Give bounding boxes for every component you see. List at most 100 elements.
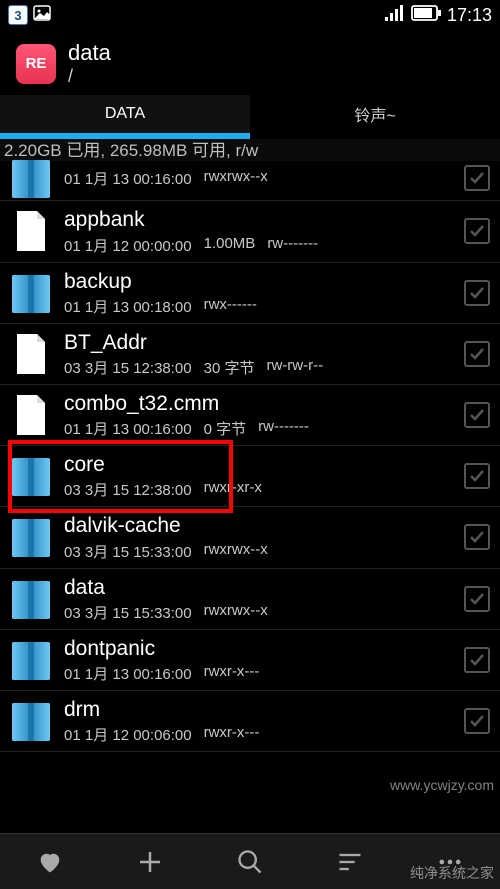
- list-item[interactable]: BT_Addr03 3月 15 12:38:00 30 字节 rw-rw-r--: [0, 324, 500, 385]
- item-meta: 01 1月 13 00:16:00 rwxrwx--x: [64, 168, 452, 189]
- app-icon: RE: [16, 44, 56, 84]
- item-permissions: rw-------: [258, 418, 309, 439]
- item-name: backup: [64, 269, 452, 294]
- item-meta: 03 3月 15 15:33:00 rwxrwx--x: [64, 541, 452, 562]
- status-time: 17:13: [447, 5, 492, 26]
- tab-bar: DATA 铃声~: [0, 95, 500, 139]
- folder-icon: [10, 697, 52, 745]
- watermark-text: 纯净系统之家: [410, 863, 494, 883]
- item-date: 03 3月 15 12:38:00: [64, 479, 192, 500]
- list-item[interactable]: dontpanic01 1月 13 00:16:00rwxr-x---: [0, 630, 500, 691]
- item-name: BT_Addr: [64, 330, 452, 355]
- header-text: data /: [68, 40, 111, 87]
- file-icon: [10, 330, 52, 378]
- item-date: 01 1月 12 00:00:00: [64, 235, 192, 256]
- item-name: data: [64, 575, 452, 600]
- storage-info: 2.20GB 已用, 265.98MB 可用, r/w: [0, 139, 500, 161]
- item-permissions: rwxr-x---: [204, 724, 260, 745]
- header-title: data: [68, 40, 111, 66]
- row-body: appbank 01 1月 12 00:00:00 1.00MB rw-------: [64, 207, 452, 255]
- item-permissions: rwxrwx--x: [204, 541, 268, 562]
- item-size: 0 字节: [204, 418, 247, 439]
- signal-icon: [385, 5, 405, 26]
- file-icon: [10, 207, 52, 255]
- item-date: 01 1月 13 00:16:00: [64, 418, 192, 439]
- item-date: 03 3月 15 15:33:00: [64, 541, 192, 562]
- item-date: 01 1月 13 00:16:00: [64, 168, 192, 189]
- item-meta: 01 1月 13 00:16:00rwxr-x---: [64, 663, 452, 684]
- header-path: /: [68, 66, 111, 87]
- list-item[interactable]: appbank 01 1月 12 00:00:00 1.00MB rw-------: [0, 201, 500, 262]
- item-permissions: rwxr-x---: [204, 663, 260, 684]
- row-body: BT_Addr03 3月 15 12:38:00 30 字节 rw-rw-r--: [64, 330, 452, 378]
- select-checkbox[interactable]: [464, 524, 490, 550]
- row-body: combo_t32.cmm01 1月 13 00:16:00 0 字节 rw----…: [64, 391, 452, 439]
- item-name: drm: [64, 697, 452, 722]
- item-date: 03 3月 15 12:38:00: [64, 357, 192, 378]
- item-meta: 01 1月 12 00:00:00 1.00MB rw-------: [64, 235, 452, 256]
- watermark-url: www.ycwjzy.com: [390, 777, 494, 793]
- row-body: core03 3月 15 12:38:00 rwxr-xr-x: [64, 452, 452, 500]
- list-item[interactable]: 01 1月 13 00:16:00 rwxrwx--x: [0, 161, 500, 201]
- select-checkbox[interactable]: [464, 586, 490, 612]
- select-checkbox[interactable]: [464, 402, 490, 428]
- tab-data[interactable]: DATA: [0, 95, 250, 139]
- select-checkbox[interactable]: [464, 647, 490, 673]
- item-permissions: rwxrwx--x: [204, 602, 268, 623]
- select-checkbox[interactable]: [464, 708, 490, 734]
- status-left: 3: [8, 3, 52, 28]
- folder-icon: [10, 269, 52, 317]
- item-name: dalvik-cache: [64, 513, 452, 538]
- select-checkbox[interactable]: [464, 341, 490, 367]
- file-list[interactable]: 01 1月 13 00:16:00 rwxrwx--x appbank 01 1月 1…: [0, 161, 500, 752]
- item-permissions: rwxrwx--x: [204, 168, 268, 189]
- row-body: 01 1月 13 00:16:00 rwxrwx--x: [64, 166, 452, 189]
- row-body: backup01 1月 13 00:18:00 rwx------: [64, 269, 452, 317]
- item-permissions: rw-------: [267, 235, 318, 256]
- tab-ringtones[interactable]: 铃声~: [250, 95, 500, 139]
- list-item[interactable]: dalvik-cache 03 3月 15 15:33:00 rwxrwx--x: [0, 507, 500, 568]
- item-meta: 03 3月 15 12:38:00 rwxr-xr-x: [64, 479, 452, 500]
- folder-icon: [10, 513, 52, 561]
- folder-icon: [10, 162, 52, 194]
- search-button[interactable]: [228, 840, 272, 884]
- favorite-button[interactable]: [28, 840, 72, 884]
- status-right: 17:13: [385, 5, 492, 26]
- item-meta: 01 1月 12 00:06:00 rwxr-x---: [64, 724, 452, 745]
- picture-icon: [32, 3, 52, 28]
- list-item[interactable]: combo_t32.cmm01 1月 13 00:16:00 0 字节 rw----…: [0, 385, 500, 446]
- item-name: combo_t32.cmm: [64, 391, 452, 416]
- item-date: 01 1月 13 00:18:00: [64, 296, 192, 317]
- folder-icon: [10, 636, 52, 684]
- row-body: dontpanic01 1月 13 00:16:00rwxr-x---: [64, 636, 452, 684]
- item-size: 1.00MB: [204, 235, 256, 256]
- folder-icon: [10, 575, 52, 623]
- item-permissions: rwxr-xr-x: [204, 479, 262, 500]
- select-checkbox[interactable]: [464, 280, 490, 306]
- item-name: dontpanic: [64, 636, 452, 661]
- list-item[interactable]: data03 3月 15 15:33:00rwxrwx--x: [0, 569, 500, 630]
- item-date: 01 1月 12 00:06:00: [64, 724, 192, 745]
- item-name: appbank: [64, 207, 452, 232]
- select-checkbox[interactable]: [464, 218, 490, 244]
- battery-icon: [411, 5, 441, 26]
- select-checkbox[interactable]: [464, 463, 490, 489]
- item-meta: 01 1月 13 00:16:00 0 字节 rw-------: [64, 418, 452, 439]
- row-body: drm01 1月 12 00:06:00 rwxr-x---: [64, 697, 452, 745]
- item-size: 30 字节: [204, 357, 255, 378]
- sort-button[interactable]: [328, 840, 372, 884]
- item-meta: 03 3月 15 15:33:00rwxrwx--x: [64, 602, 452, 623]
- row-body: data03 3月 15 15:33:00rwxrwx--x: [64, 575, 452, 623]
- item-permissions: rwx------: [204, 296, 257, 317]
- list-item[interactable]: backup01 1月 13 00:18:00 rwx------: [0, 263, 500, 324]
- list-item[interactable]: drm01 1月 12 00:06:00 rwxr-x---: [0, 691, 500, 752]
- list-item[interactable]: core03 3月 15 12:38:00 rwxr-xr-x: [0, 446, 500, 507]
- select-checkbox[interactable]: [464, 165, 490, 191]
- add-button[interactable]: [128, 840, 172, 884]
- item-permissions: rw-rw-r--: [266, 357, 323, 378]
- item-meta: 01 1月 13 00:18:00 rwx------: [64, 296, 452, 317]
- folder-icon: [10, 452, 52, 500]
- item-name: core: [64, 452, 452, 477]
- file-icon: [10, 391, 52, 439]
- item-meta: 03 3月 15 12:38:00 30 字节 rw-rw-r--: [64, 357, 452, 378]
